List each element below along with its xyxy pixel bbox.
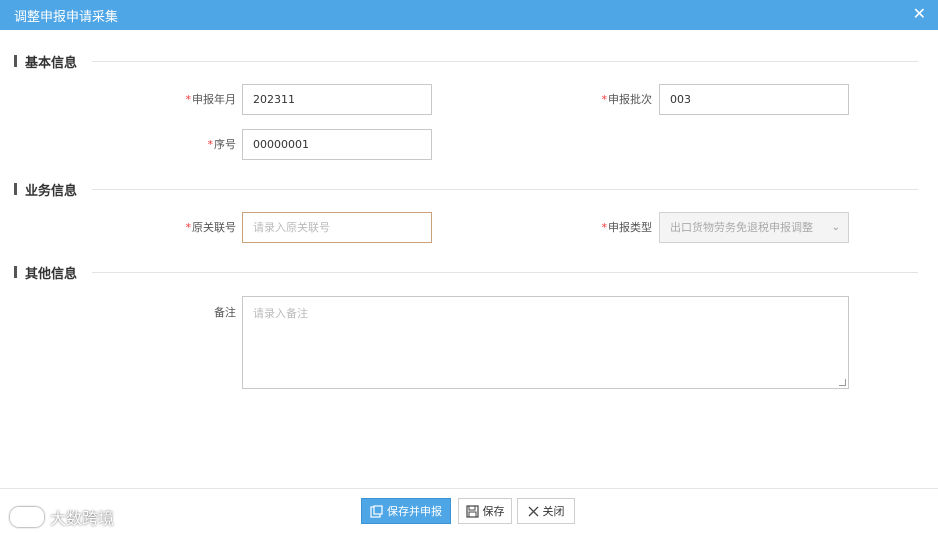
original-ref-placeholder: 请录入原关联号 xyxy=(253,221,330,234)
close-label: 关闭 xyxy=(542,505,565,518)
save-declare-icon xyxy=(370,504,383,518)
save-label: 保存 xyxy=(482,505,505,518)
remark-placeholder: 请录入备注 xyxy=(253,307,308,320)
section-marker xyxy=(14,183,17,195)
section-basic-info: 基本信息 xyxy=(14,52,78,71)
section-business-info: 业务信息 xyxy=(14,180,78,199)
section-marker xyxy=(14,266,17,278)
watermark-text: 大数跨境 xyxy=(50,509,115,528)
section-divider xyxy=(92,272,918,273)
batch-label: *申报批次 xyxy=(601,93,653,106)
section-other-info: 其他信息 xyxy=(14,263,78,282)
close-icon[interactable]: ✕ xyxy=(913,4,926,23)
resize-handle-icon[interactable] xyxy=(839,379,846,386)
dialog-titlebar: 调整申报申请采集 ✕ xyxy=(0,0,938,30)
remark-textarea[interactable]: 请录入备注 xyxy=(242,296,849,389)
original-ref-label: *原关联号 xyxy=(185,221,237,234)
save-and-declare-button[interactable]: 保存并申报 xyxy=(361,498,451,524)
save-icon xyxy=(465,504,479,518)
save-and-declare-label: 保存并申报 xyxy=(387,505,442,518)
chevron-down-icon: ⌄ xyxy=(831,222,840,233)
save-button[interactable]: 保存 xyxy=(458,498,512,524)
original-ref-field[interactable]: 请录入原关联号 xyxy=(242,212,432,243)
seq-field[interactable]: 00000001 xyxy=(242,129,432,160)
section-marker xyxy=(14,55,17,67)
watermark: 大数跨境 xyxy=(10,505,114,529)
batch-field[interactable]: 003 xyxy=(659,84,849,115)
declare-type-value: 出口货物劳务免退税申报调整 xyxy=(670,221,813,234)
period-field[interactable]: 202311 xyxy=(242,84,432,115)
dialog-title: 调整申报申请采集 xyxy=(14,10,119,25)
declare-type-select[interactable]: 出口货物劳务免退税申报调整 ⌄ xyxy=(659,212,849,243)
section-divider xyxy=(92,189,918,190)
section-title-other: 其他信息 xyxy=(25,266,78,282)
seq-label: *序号 xyxy=(207,138,237,151)
section-title-basic: 基本信息 xyxy=(25,55,78,71)
declare-type-label: *申报类型 xyxy=(601,221,653,234)
period-label: *申报年月 xyxy=(185,93,237,106)
close-icon xyxy=(528,506,538,516)
remark-label: 备注 xyxy=(214,306,236,319)
watermark-logo-icon xyxy=(10,507,44,527)
section-title-business: 业务信息 xyxy=(25,183,78,199)
footer-divider xyxy=(0,488,938,489)
close-button[interactable]: 关闭 xyxy=(517,498,575,524)
section-divider xyxy=(92,61,918,62)
